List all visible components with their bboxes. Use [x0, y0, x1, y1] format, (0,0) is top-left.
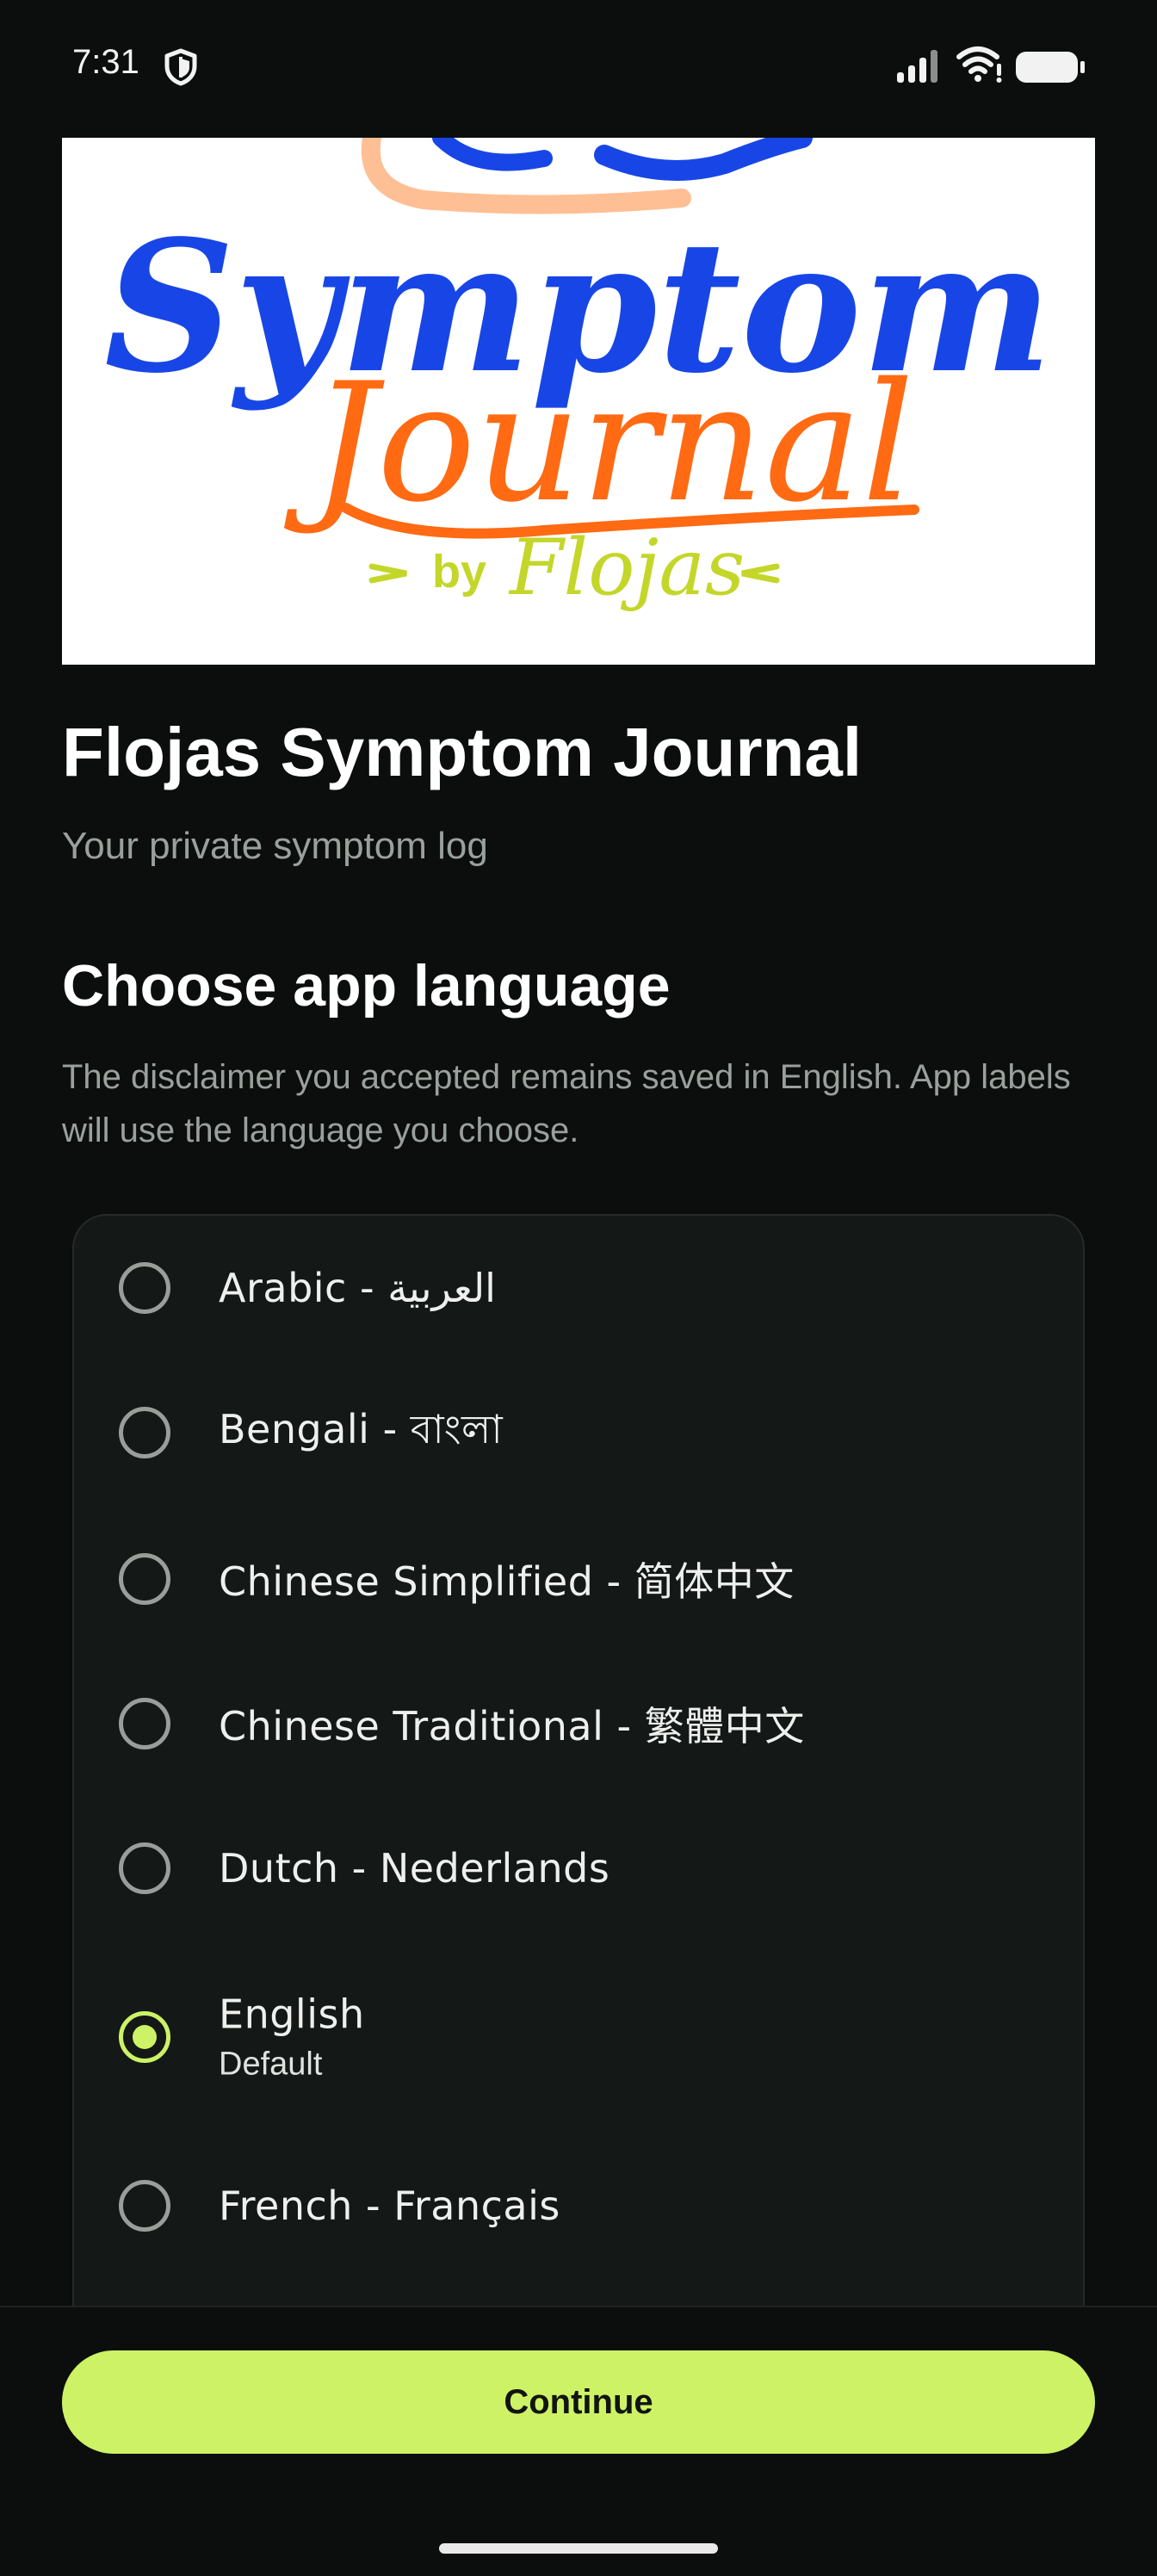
- bottom-action-bar: Continue: [0, 2306, 1157, 2576]
- continue-button[interactable]: Continue: [62, 2350, 1095, 2454]
- radio-button-selected[interactable]: [119, 2011, 170, 2063]
- shield-icon: [164, 48, 197, 86]
- status-time: 7:31: [72, 43, 139, 81]
- svg-text:Flojas: Flojas: [508, 523, 745, 613]
- language-option-chinese-simplified[interactable]: Chinese Simplified - 简体中文: [74, 1507, 1083, 1651]
- language-option-text: French - Français: [219, 2183, 560, 2229]
- radio-button[interactable]: [119, 1407, 170, 1458]
- radio-button[interactable]: [119, 1698, 170, 1749]
- signal-icon: [897, 50, 937, 83]
- language-section-description: The disclaimer you accepted remains save…: [62, 1058, 1071, 1149]
- language-option-bengali[interactable]: Bengali - বাংলা: [74, 1360, 1083, 1505]
- radio-button[interactable]: [119, 1262, 170, 1314]
- language-option-arabic[interactable]: Arabic - العربية: [74, 1216, 1083, 1360]
- language-label: Bengali - বাংলা: [219, 1406, 504, 1452]
- home-indicator[interactable]: [439, 2543, 718, 2554]
- language-label: English: [219, 1991, 365, 2038]
- language-label: Dutch - Nederlands: [219, 1845, 610, 1892]
- app-logo-banner: Symptom Journal by Flojas: [62, 138, 1095, 665]
- language-option-text: Arabic - العربية: [219, 1265, 496, 1311]
- status-bar: 7:31: [0, 0, 1157, 136]
- language-option-text: Bengali - বাংলা: [219, 1400, 503, 1465]
- radio-button[interactable]: [119, 2180, 170, 2232]
- language-label: Chinese Traditional - 繁體中文: [219, 1703, 805, 1749]
- language-default-tag: Default: [219, 2046, 323, 2083]
- wifi-icon: [956, 46, 1002, 83]
- language-option-text: English Default: [219, 1991, 365, 2084]
- language-label: Chinese Simplified - 简体中文: [219, 1558, 795, 1605]
- language-option-text: Chinese Traditional - 繁體中文: [219, 1695, 805, 1752]
- radio-button[interactable]: [119, 1553, 170, 1605]
- language-option-text: Chinese Simplified - 简体中文: [219, 1551, 795, 1607]
- radio-button[interactable]: [119, 1842, 170, 1894]
- app-title: Flojas Symptom Journal: [62, 714, 863, 790]
- battery-icon: [1016, 52, 1085, 83]
- language-selection-screen: 7:31 Symptom Journal by Flojas Flojas Sy…: [0, 0, 1157, 2576]
- language-option-english[interactable]: English Default: [74, 1951, 1083, 2123]
- language-option-text: Dutch - Nederlands: [219, 1845, 609, 1892]
- language-section-title: Choose app language: [62, 953, 671, 1019]
- language-options-card: Arabic - العربية Bengali - বাংলা Chinese…: [72, 1214, 1085, 2306]
- language-option-chinese-traditional[interactable]: Chinese Traditional - 繁體中文: [74, 1651, 1083, 1796]
- scroll-content[interactable]: Symptom Journal by Flojas Flojas Symptom…: [0, 136, 1157, 2306]
- language-option-french[interactable]: French - Français: [74, 2133, 1083, 2278]
- app-subtitle: Your private symptom log: [62, 825, 488, 867]
- language-label: Arabic - العربية: [219, 1265, 496, 1311]
- symptom-journal-logo: Symptom Journal by Flojas: [104, 138, 1053, 613]
- svg-text:by: by: [432, 546, 486, 598]
- language-label: French - Français: [219, 2183, 560, 2229]
- language-option-dutch[interactable]: Dutch - Nederlands: [74, 1796, 1083, 1941]
